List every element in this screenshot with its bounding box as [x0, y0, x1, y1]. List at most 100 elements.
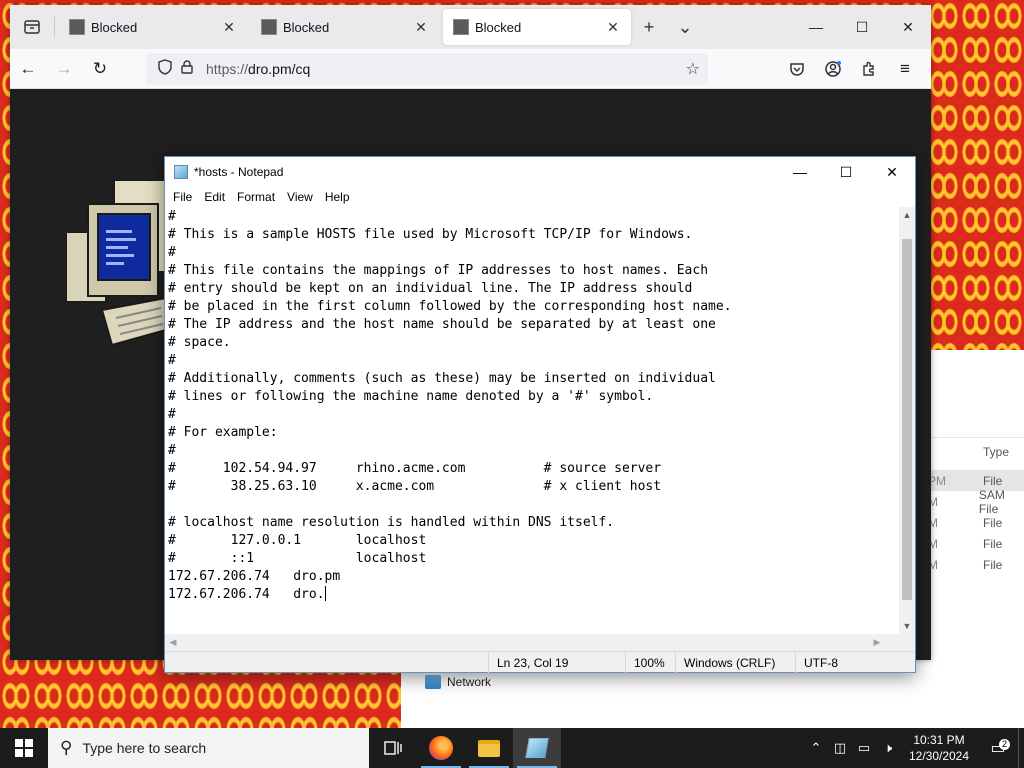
folder-icon [478, 739, 500, 757]
editor-line: # 38.25.63.10 x.acme.com # x client host [168, 479, 662, 494]
column-header-divider [921, 437, 1024, 438]
url-text[interactable]: https://dro.pm/cq [206, 61, 686, 77]
search-placeholder: Type here to search [82, 740, 207, 756]
file-list-row[interactable]: M File [916, 554, 1024, 575]
tab-title: Blocked [283, 19, 330, 35]
page-favicon-icon [261, 19, 277, 35]
notification-center-button[interactable]: ▭ 2 [978, 738, 1018, 758]
page-favicon-icon [453, 19, 469, 35]
scroll-down-arrow-icon[interactable]: ▼ [899, 618, 915, 634]
editor-line: 172.67.206.74 dro.pm [168, 569, 341, 584]
firefox-icon [429, 736, 453, 760]
webcam-icon[interactable]: ◫ [828, 740, 852, 756]
text-caret [324, 586, 326, 601]
editor-line: # 102.54.94.97 rhino.acme.com # source s… [168, 461, 662, 476]
editor-line: # For example: [168, 425, 278, 440]
taskbar-firefox[interactable] [417, 728, 465, 768]
volume-muted-icon[interactable]: 🕨 [876, 740, 900, 756]
reload-button[interactable]: ↻ [82, 53, 118, 85]
nav-item-network[interactable]: Network [425, 675, 491, 689]
puzzle-icon [863, 61, 874, 76]
page-favicon-icon [69, 19, 85, 35]
minimize-button[interactable]: — [793, 5, 839, 49]
browser-tab-1[interactable]: Blocked ✕ [59, 9, 247, 45]
status-bar: Ln 23, Col 19 100% Windows (CRLF) UTF-8 [165, 651, 915, 673]
file-type: File [983, 473, 1003, 488]
menu-help[interactable]: Help [319, 190, 356, 204]
scroll-left-arrow-icon[interactable]: ◀ [165, 634, 181, 651]
scroll-up-arrow-icon[interactable]: ▲ [899, 207, 915, 223]
vertical-scroll-thumb[interactable] [902, 239, 912, 600]
taskbar-notepad[interactable] [513, 728, 561, 768]
maximize-button[interactable]: ☐ [823, 157, 869, 187]
network-icon [425, 675, 441, 689]
task-view-icon [384, 741, 402, 755]
notepad-icon [525, 738, 549, 758]
list-all-tabs-button[interactable]: ⌄ [667, 9, 703, 45]
show-hidden-icons-chevron-icon[interactable]: ⌃ [804, 740, 828, 756]
taskbar-file-explorer[interactable] [465, 728, 513, 768]
app-menu-button[interactable]: ≡ [887, 53, 923, 85]
editor-line: # [168, 443, 176, 458]
editor-line: # [168, 209, 176, 224]
back-button[interactable]: ← [10, 53, 46, 85]
line-ending: Windows (CRLF) [675, 652, 795, 673]
browser-tab-2[interactable]: Blocked ✕ [251, 9, 439, 45]
task-view-button[interactable] [369, 728, 417, 768]
close-window-button[interactable]: ✕ [869, 157, 915, 187]
new-tab-button[interactable]: + [631, 9, 667, 45]
vertical-scrollbar[interactable]: ▲ ▼ [899, 207, 915, 634]
menu-view[interactable]: View [281, 190, 319, 204]
retro-computer-illustration [66, 180, 166, 347]
maximize-button[interactable]: ☐ [839, 5, 885, 49]
menu-bar: File Edit Format View Help [165, 187, 915, 207]
file-list-row[interactable]: M File [916, 533, 1024, 554]
network-status-icon[interactable]: ▭ [852, 740, 876, 756]
firefox-view-icon [24, 20, 40, 34]
scroll-right-arrow-icon[interactable]: ▶ [869, 634, 885, 651]
file-list-row[interactable]: M SAM File [916, 488, 1024, 516]
network-label: Network [447, 675, 492, 689]
file-type: File [983, 536, 1003, 551]
taskbar-search-box[interactable]: ⚲ Type here to search [48, 728, 369, 768]
close-tab-icon[interactable]: ✕ [605, 19, 621, 36]
system-tray: ⌃ ◫ ▭ 🕨 10:31 PM 12/30/2024 ▭ 2 [804, 728, 1024, 768]
editor-line: # ::1 localhost [168, 551, 427, 566]
notepad-title-bar[interactable]: *hosts - Notepad — ☐ ✕ [165, 157, 915, 187]
menu-edit[interactable]: Edit [198, 190, 231, 204]
editor-line: # space. [168, 335, 231, 350]
file-list-row[interactable]: M File [916, 512, 1024, 533]
editor-line: # be placed in the first column followed… [168, 299, 732, 314]
notepad-app-icon[interactable] [174, 165, 188, 179]
tracking-protection-shield-icon[interactable] [154, 59, 176, 78]
menu-format[interactable]: Format [231, 190, 281, 204]
text-editor-area[interactable]: # # This is a sample HOSTS file used by M… [165, 207, 901, 634]
editor-line: # 127.0.0.1 localhost [168, 533, 427, 548]
column-header-type[interactable]: Type [983, 445, 1009, 459]
horizontal-scrollbar[interactable]: ◀ ▶ [165, 634, 901, 651]
close-tab-icon[interactable]: ✕ [221, 19, 237, 36]
bookmark-star-icon[interactable]: ☆ [686, 59, 700, 79]
pocket-button[interactable] [779, 53, 815, 85]
editor-line: 172.67.206.74 dro. [168, 586, 326, 602]
forward-button[interactable]: → [46, 53, 82, 85]
browser-tab-3-active[interactable]: Blocked ✕ [443, 9, 631, 45]
close-window-button[interactable]: ✕ [885, 5, 931, 49]
clock-time: 10:31 PM [913, 733, 965, 747]
lock-icon[interactable] [176, 60, 198, 77]
notification-count-badge: 2 [998, 739, 1010, 750]
start-button[interactable] [0, 728, 48, 768]
firefox-view-button[interactable] [10, 5, 54, 49]
cursor-position: Ln 23, Col 19 [488, 652, 625, 673]
search-icon: ⚲ [60, 738, 73, 757]
close-tab-icon[interactable]: ✕ [413, 19, 429, 36]
show-desktop-button[interactable] [1018, 728, 1024, 768]
extensions-button[interactable] [851, 53, 887, 85]
notepad-window: *hosts - Notepad — ☐ ✕ File Edit Format … [164, 156, 916, 673]
address-bar[interactable]: https://dro.pm/cq ☆ [146, 52, 708, 85]
menu-file[interactable]: File [167, 190, 198, 204]
clock[interactable]: 10:31 PM 12/30/2024 [900, 732, 978, 764]
tab-bar: Blocked ✕ Blocked ✕ Blocked ✕ + ⌄ — ☐ ✕ [10, 5, 931, 49]
account-button[interactable] [815, 53, 851, 85]
minimize-button[interactable]: — [777, 157, 823, 187]
